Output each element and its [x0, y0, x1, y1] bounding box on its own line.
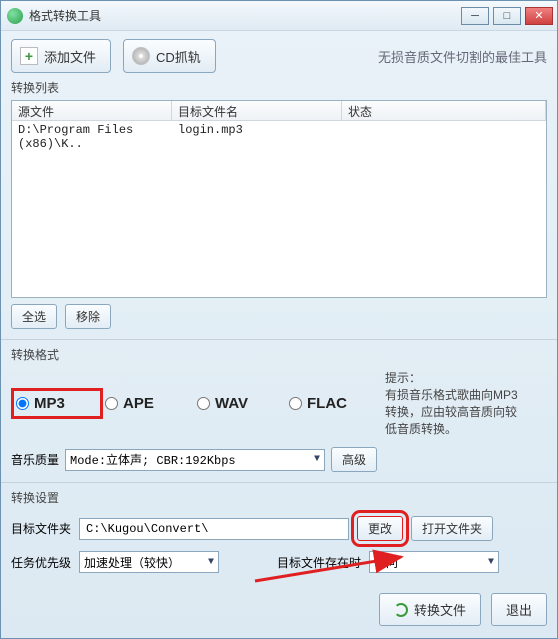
- advanced-button[interactable]: 高级: [331, 447, 377, 472]
- format-option-wav[interactable]: WAV: [195, 391, 287, 416]
- header-status[interactable]: 状态: [342, 101, 546, 120]
- list-row[interactable]: D:\Program Files (x86)\K.. login.mp3: [12, 121, 546, 153]
- label-flac: FLAC: [307, 395, 347, 412]
- toolbar: 添加文件 CD抓轨 无损音质文件切割的最佳工具: [11, 39, 547, 73]
- change-button[interactable]: 更改: [357, 516, 403, 541]
- divider: [1, 339, 557, 340]
- convert-button[interactable]: 转换文件: [379, 593, 481, 626]
- list-buttons: 全选 移除: [11, 304, 547, 329]
- window-controls: ─ □ ✕: [461, 7, 553, 25]
- dest-label: 目标文件夹: [11, 520, 71, 537]
- format-option-mp3[interactable]: MP3: [11, 388, 103, 419]
- window-title: 格式转换工具: [29, 7, 461, 24]
- label-ape: APE: [123, 395, 154, 412]
- titlebar[interactable]: 格式转换工具 ─ □ ✕: [1, 1, 557, 31]
- list-body: D:\Program Files (x86)\K.. login.mp3: [12, 121, 546, 153]
- chevron-down-icon: ▼: [488, 557, 494, 568]
- exit-button[interactable]: 退出: [491, 593, 547, 626]
- cell-status: [348, 123, 540, 151]
- app-icon: [7, 8, 23, 24]
- client-area: 添加文件 CD抓轨 无损音质文件切割的最佳工具 转换列表 源文件 目标文件名 状…: [1, 31, 557, 638]
- add-file-button[interactable]: 添加文件: [11, 39, 111, 73]
- dest-value: C:\Kugou\Convert\: [86, 522, 208, 536]
- format-section-label: 转换格式: [11, 346, 547, 363]
- format-option-ape[interactable]: APE: [103, 391, 195, 416]
- cd-rip-label: CD抓轨: [156, 47, 201, 66]
- label-wav: WAV: [215, 395, 248, 412]
- select-all-button[interactable]: 全选: [11, 304, 57, 329]
- tip-body: 有损音乐格式歌曲向MP3转换，应由较高音质向较低音质转换。: [385, 386, 525, 437]
- priority-label: 任务优先级: [11, 554, 71, 571]
- quality-row: 音乐质量 Mode:立体声; CBR:192Kbps ▼ 高级: [11, 447, 547, 472]
- quality-label: 音乐质量: [11, 451, 59, 468]
- quality-combo[interactable]: Mode:立体声; CBR:192Kbps ▼: [65, 449, 325, 471]
- dest-folder-input[interactable]: C:\Kugou\Convert\: [79, 518, 349, 540]
- exists-label: 目标文件存在时: [277, 554, 361, 571]
- dest-row: 目标文件夹 C:\Kugou\Convert\ 更改 打开文件夹: [11, 516, 547, 541]
- priority-row: 任务优先级 加速处理（较快） ▼ 目标文件存在时 询问 ▼: [11, 551, 547, 573]
- label-mp3: MP3: [34, 395, 65, 412]
- tagline: 无损音质文件切割的最佳工具: [378, 47, 547, 66]
- exists-combo[interactable]: 询问 ▼: [369, 551, 499, 573]
- format-tip: 提示： 有损音乐格式歌曲向MP3转换，应由较高音质向较低音质转换。: [385, 369, 525, 437]
- radio-wav[interactable]: [197, 397, 210, 410]
- cell-target: login.mp3: [178, 123, 348, 151]
- list-section-label: 转换列表: [11, 79, 547, 96]
- add-icon: [20, 47, 38, 65]
- header-source[interactable]: 源文件: [12, 101, 172, 120]
- cd-rip-button[interactable]: CD抓轨: [123, 39, 216, 73]
- minimize-button[interactable]: ─: [461, 7, 489, 25]
- exists-value: 询问: [374, 554, 398, 571]
- chevron-down-icon: ▼: [208, 557, 214, 568]
- radio-mp3[interactable]: [16, 397, 29, 410]
- convert-label: 转换文件: [414, 600, 466, 619]
- cell-source: D:\Program Files (x86)\K..: [18, 123, 178, 151]
- open-folder-button[interactable]: 打开文件夹: [411, 516, 493, 541]
- radio-ape[interactable]: [105, 397, 118, 410]
- chevron-down-icon: ▼: [314, 454, 320, 465]
- header-target[interactable]: 目标文件名: [172, 101, 342, 120]
- priority-value: 加速处理（较快）: [84, 554, 180, 571]
- tip-title: 提示：: [385, 369, 525, 386]
- remove-button[interactable]: 移除: [65, 304, 111, 329]
- divider-2: [1, 482, 557, 483]
- cd-icon: [132, 47, 150, 65]
- add-file-label: 添加文件: [44, 47, 96, 66]
- footer-buttons: 转换文件 退出: [11, 593, 547, 634]
- radio-flac[interactable]: [289, 397, 302, 410]
- maximize-button[interactable]: □: [493, 7, 521, 25]
- format-row: MP3 APE WAV FLAC 提示： 有损音乐格式歌曲向MP3转换，应由较高…: [11, 369, 547, 437]
- format-option-flac[interactable]: FLAC: [287, 391, 379, 416]
- close-button[interactable]: ✕: [525, 7, 553, 25]
- refresh-icon: [394, 603, 408, 617]
- app-window: 格式转换工具 ─ □ ✕ 添加文件 CD抓轨 无损音质文件切割的最佳工具 转换列…: [0, 0, 558, 639]
- conversion-list[interactable]: 源文件 目标文件名 状态 D:\Program Files (x86)\K.. …: [11, 100, 547, 298]
- priority-combo[interactable]: 加速处理（较快） ▼: [79, 551, 219, 573]
- settings-section-label: 转换设置: [11, 489, 547, 506]
- quality-value: Mode:立体声; CBR:192Kbps: [70, 451, 236, 468]
- list-header: 源文件 目标文件名 状态: [12, 101, 546, 121]
